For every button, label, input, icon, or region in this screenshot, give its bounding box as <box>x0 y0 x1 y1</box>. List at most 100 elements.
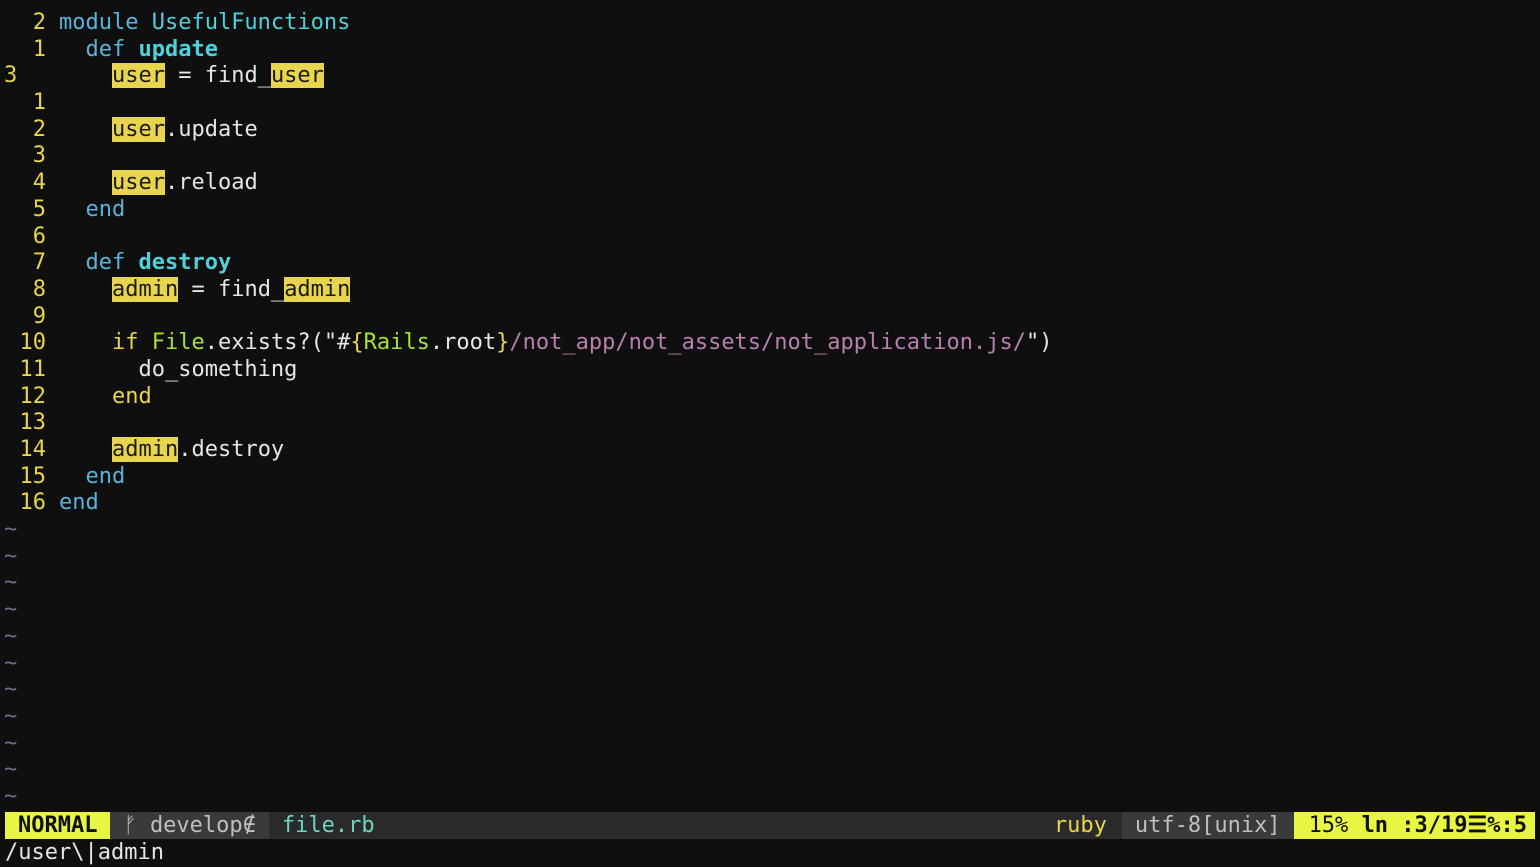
line-number: 7 <box>32 250 46 276</box>
empty-line-marker: ~ <box>4 783 18 809</box>
search-match: admin <box>284 276 351 302</box>
code-token: = find_ <box>178 276 285 302</box>
search-match: user <box>111 116 165 142</box>
search-match: user <box>111 63 165 89</box>
code-line[interactable]: 2 user.update <box>0 116 1540 144</box>
line-number: 12 <box>19 383 47 409</box>
file-type: ruby <box>1053 813 1107 838</box>
line-content <box>46 304 1540 331</box>
code-token: update <box>138 36 218 62</box>
empty-line-marker: ~ <box>4 517 18 543</box>
line-content: user.reload <box>46 170 1540 197</box>
code-line[interactable]: 3 <box>0 143 1540 170</box>
line-number: 10 <box>19 330 47 356</box>
empty-line-marker: ~ <box>4 677 18 703</box>
code-token: .destroy <box>178 437 285 462</box>
empty-line-marker: ~ <box>4 757 18 783</box>
code-token: destroy <box>138 250 232 276</box>
cursor-position: 15% ln :3/19☰%:5 <box>1293 812 1535 839</box>
line-number: 3 <box>32 143 46 169</box>
code-line[interactable]: 9 <box>0 304 1540 331</box>
line-number: 11 <box>19 356 47 382</box>
line-number: 1 <box>32 90 46 116</box>
code-token: /not_app/not_assets/not_application.js/ <box>509 330 1026 356</box>
code-token: .update <box>164 116 258 142</box>
line-number: 6 <box>32 223 46 249</box>
line-number: 14 <box>19 437 47 462</box>
file-name: file.rb <box>281 813 375 838</box>
scroll-percent: 15% <box>1308 813 1349 838</box>
line-prefix: ln : <box>1361 813 1415 838</box>
line-position: 3/19 <box>1414 813 1468 838</box>
git-branch: ᚠ develop∉ <box>110 812 269 839</box>
code-token: end <box>59 490 99 516</box>
editor-buffer[interactable]: 2 module UsefulFunctions 1 def update 3 use… <box>0 10 1540 811</box>
search-match: admin <box>111 437 179 462</box>
code-token: ") <box>1025 330 1053 356</box>
code-line[interactable]: 1 def update <box>0 37 1540 64</box>
code-token: def <box>59 36 139 62</box>
code-line[interactable]: 6 <box>0 224 1540 251</box>
line-content: user.update <box>46 116 1540 144</box>
code-line[interactable]: 15 end <box>0 464 1540 491</box>
code-line[interactable]: 4 user.reload <box>0 170 1540 197</box>
line-number: 16 <box>19 490 47 516</box>
branch-icon: ᚠ <box>123 813 137 838</box>
empty-line-marker: ~ <box>4 623 18 649</box>
code-token: UsefulFunctions <box>151 10 351 35</box>
line-number: 3 <box>4 63 18 89</box>
code-line[interactable]: 2 module UsefulFunctions <box>0 10 1540 37</box>
code-token: do_something <box>59 356 298 382</box>
code-token: end <box>59 196 126 222</box>
file-encoding: utf-8[unix] <box>1121 812 1294 839</box>
code-line[interactable]: 14 admin.destroy <box>0 437 1540 464</box>
code-line[interactable]: 16 end <box>0 490 1540 517</box>
line-number: 2 <box>32 116 46 142</box>
search-match: admin <box>111 276 179 302</box>
line-content <box>46 410 1540 437</box>
code-token: end <box>59 463 126 489</box>
search-match: user <box>111 170 165 196</box>
command-line[interactable]: /user\|admin <box>5 840 164 866</box>
line-content: do_something <box>46 357 1540 384</box>
line-number: 4 <box>32 170 46 196</box>
code-line[interactable]: 11 do_something <box>0 357 1540 384</box>
status-line: NORMAL ᚠ develop∉ file.rb ruby utf-8[uni… <box>5 812 1535 839</box>
empty-line-marker: ~ <box>4 543 18 569</box>
empty-line-marker: ~ <box>4 650 18 676</box>
code-line[interactable]: 13 <box>0 410 1540 437</box>
code-line[interactable]: 5 end <box>0 197 1540 224</box>
code-token: .reload <box>164 170 258 196</box>
empty-line-marker: ~ <box>4 703 18 729</box>
code-token: } <box>496 330 510 356</box>
line-content: def update <box>46 37 1540 64</box>
code-line[interactable]: 12 end <box>0 384 1540 411</box>
line-content: end <box>46 384 1540 411</box>
branch-name: develop <box>149 813 243 838</box>
column-separator: ☰%: <box>1467 813 1514 838</box>
code-token: end <box>59 383 152 409</box>
code-line[interactable]: 1 <box>0 90 1540 117</box>
line-content: end <box>46 197 1540 224</box>
line-number: 1 <box>32 36 46 62</box>
code-line[interactable]: 10 if File.exists?("#{Rails.root}/not_ap… <box>0 330 1540 357</box>
empty-line-marker: ~ <box>4 597 18 623</box>
code-line[interactable]: 8 admin = find_admin <box>0 276 1540 304</box>
code-line[interactable]: 3 user = find_user <box>0 63 1540 90</box>
vim-window: 2 module UsefulFunctions 1 def update 3 use… <box>0 0 1540 867</box>
search-match: user <box>270 63 324 89</box>
code-token: .root <box>429 330 497 356</box>
line-content: admin.destroy <box>46 437 1540 464</box>
line-content <box>46 143 1540 170</box>
line-content <box>46 224 1540 251</box>
code-token: if <box>111 330 152 356</box>
branch-dirty-indicator: ∉ <box>242 813 256 838</box>
code-line[interactable]: 7 def destroy <box>0 250 1540 277</box>
mode-indicator: NORMAL <box>5 812 111 839</box>
line-number: 2 <box>32 10 46 35</box>
empty-line-marker: ~ <box>4 570 18 596</box>
line-content: def destroy <box>46 250 1540 277</box>
